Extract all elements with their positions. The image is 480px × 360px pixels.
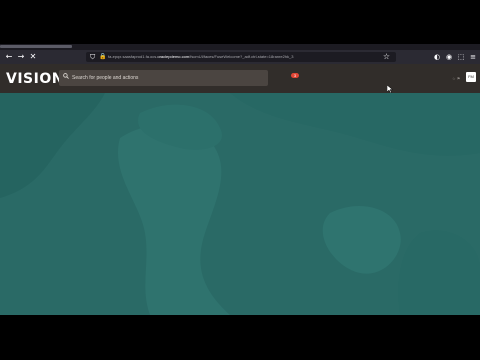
bookmark-star-icon[interactable]: ☆ xyxy=(383,52,390,62)
reload-close-icon[interactable]: ✕ xyxy=(28,52,38,62)
address-bar[interactable]: ⛉ 🔒 fa-epqx.saasfaprod1.fa.ocs.oraclepde… xyxy=(86,52,396,62)
header-utility-icons[interactable]: ☆ ⚑ xyxy=(452,76,460,82)
notification-badge[interactable]: 3 xyxy=(291,73,299,78)
user-avatar[interactable]: FM xyxy=(466,72,476,82)
lock-icon[interactable]: 🔒 xyxy=(99,53,106,61)
search-icon xyxy=(63,73,69,79)
menu-icon[interactable]: ≡ xyxy=(469,52,477,62)
extensions-icon[interactable]: ⬚ xyxy=(457,52,465,62)
shield-icon[interactable]: ⛉ xyxy=(90,53,95,61)
account-icon[interactable]: ◉ xyxy=(445,52,453,62)
browser-toolbar: ← → ✕ ⛉ 🔒 fa-epqx.saasfaprod1.fa.ocs.ora… xyxy=(0,50,480,64)
url-text[interactable]: fa-epqx.saasfaprod1.fa.ocs.oraclepdemo.c… xyxy=(108,53,378,61)
forward-arrow-icon[interactable]: → xyxy=(16,52,26,62)
app-header: VISION Search for people and actions 3 ☆… xyxy=(0,64,480,93)
global-search[interactable]: Search for people and actions xyxy=(59,70,268,86)
pocket-icon[interactable]: ◐ xyxy=(433,52,441,62)
decorative-background-shapes xyxy=(0,93,480,315)
search-placeholder: Search for people and actions xyxy=(72,75,139,81)
mouse-pointer-icon xyxy=(387,85,393,93)
back-arrow-icon[interactable]: ← xyxy=(4,52,14,62)
home-page-background xyxy=(0,93,480,315)
vision-logo[interactable]: VISION xyxy=(6,71,64,87)
active-tab[interactable] xyxy=(0,45,72,48)
